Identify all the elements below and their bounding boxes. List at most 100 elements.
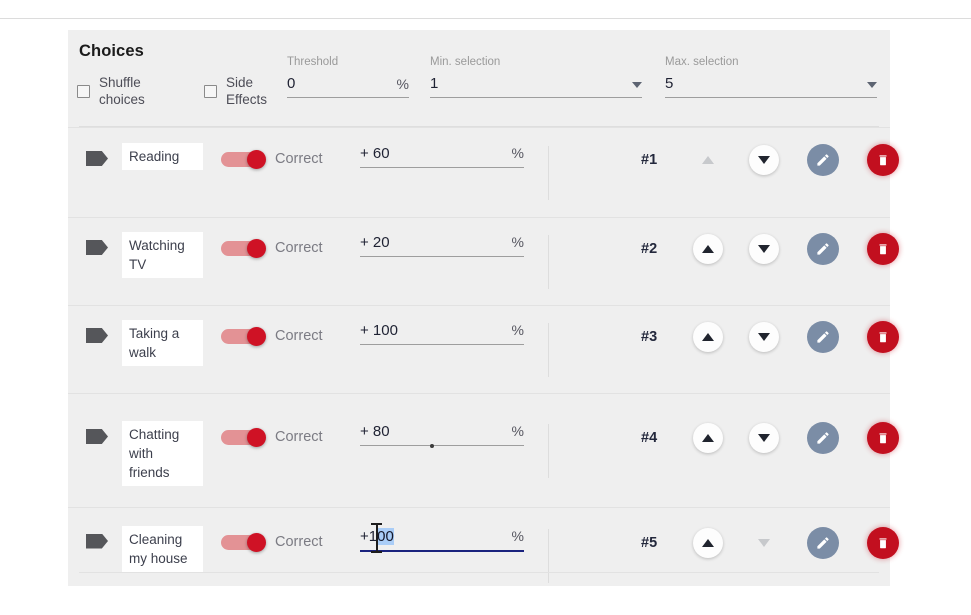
move-up-button <box>693 145 723 175</box>
choice-score-field[interactable]: +100% <box>360 522 524 553</box>
choice-correct-toggle[interactable] <box>221 327 266 346</box>
chevron-down-icon[interactable] <box>867 82 877 88</box>
choice-score-text[interactable]: + 60 <box>360 145 390 162</box>
threshold-percent-sign: % <box>396 76 409 92</box>
choice-name-input[interactable]: Chatting with friends <box>122 421 203 486</box>
edit-choice-button[interactable] <box>807 422 839 454</box>
toggle-thumb[interactable] <box>247 327 266 346</box>
choice-correct-toggle[interactable] <box>221 428 266 447</box>
choice-name-input[interactable]: Taking a walk <box>122 320 203 366</box>
chevron-down-icon <box>758 538 770 547</box>
side-effects-checkbox-box[interactable] <box>204 84 217 98</box>
choice-row: Taking a walk Correct + 100% #3 <box>68 305 899 393</box>
choice-score-field[interactable]: + 100% <box>360 322 524 345</box>
choice-row: Cleaning my house Correct +100% #5 <box>68 507 899 602</box>
choice-correct-toggle[interactable] <box>221 150 266 169</box>
slider-hover-dot <box>430 443 434 448</box>
move-up-button[interactable] <box>693 423 723 453</box>
edit-choice-button[interactable] <box>807 526 839 559</box>
edit-choice-button[interactable] <box>807 233 839 265</box>
threshold-input[interactable]: 0 <box>287 74 397 94</box>
tag-icon <box>86 533 108 549</box>
choice-score-value[interactable]: + 80 <box>360 423 512 440</box>
page-top-divider <box>0 18 971 19</box>
checkbox-shuffle-choices[interactable]: Shuffle choices <box>77 74 157 108</box>
min-selection-value[interactable]: 1 <box>430 74 632 94</box>
choice-score-field[interactable]: + 20% <box>360 234 524 257</box>
choice-score-value[interactable]: + 100 <box>360 322 512 339</box>
choice-score-text[interactable]: + 20 <box>360 234 390 251</box>
column-divider <box>548 424 549 478</box>
move-up-button[interactable] <box>693 527 723 558</box>
trash-icon <box>876 535 890 550</box>
edit-choice-button[interactable] <box>807 144 839 176</box>
toggle-thumb[interactable] <box>247 150 266 169</box>
choice-rank: #2 <box>641 241 658 257</box>
choice-name-input[interactable]: Cleaning my house <box>122 525 203 572</box>
screenshot-root: Choices Shuffle choices Side Effects Thr… <box>0 0 971 615</box>
choice-score-value[interactable]: + 60 <box>360 145 512 162</box>
move-down-button <box>749 528 779 558</box>
choice-rank: #5 <box>641 534 658 551</box>
chevron-down-icon <box>758 333 770 341</box>
max-selection-value[interactable]: 5 <box>665 74 867 94</box>
move-up-button[interactable] <box>693 234 723 264</box>
choice-name-input[interactable]: Watching TV <box>122 232 203 278</box>
move-down-button[interactable] <box>749 234 779 264</box>
chevron-down-icon <box>758 245 770 253</box>
page-title: Choices <box>79 42 144 60</box>
choice-score-text[interactable]: + 100 <box>360 322 398 339</box>
toggle-thumb[interactable] <box>247 428 266 447</box>
column-divider <box>548 146 549 200</box>
choice-name-input[interactable]: Reading <box>122 143 203 170</box>
choice-row: Chatting with friends Correct + 80% #4 <box>68 393 899 507</box>
choice-score-text[interactable]: + 80 <box>360 423 390 440</box>
choice-score-selection[interactable]: 00 <box>377 527 394 545</box>
move-down-button[interactable] <box>749 145 779 175</box>
choice-correct-label: Correct <box>275 429 323 445</box>
chevron-up-icon <box>702 245 714 253</box>
min-selection-field[interactable]: Min. selection 1 <box>430 55 642 98</box>
edit-choice-button[interactable] <box>807 321 839 353</box>
choice-rank: #1 <box>641 152 658 168</box>
max-selection-field[interactable]: Max. selection 5 <box>665 55 877 98</box>
trash-icon <box>876 153 890 168</box>
delete-choice-button[interactable] <box>867 233 899 265</box>
move-down-button[interactable] <box>749 423 779 453</box>
choice-correct-label: Correct <box>275 151 323 167</box>
delete-choice-button[interactable] <box>867 422 899 454</box>
choice-score-text[interactable]: +100 <box>360 527 394 545</box>
choice-correct-toggle[interactable] <box>221 532 266 552</box>
delete-choice-button[interactable] <box>867 526 899 559</box>
choice-correct-label: Correct <box>275 533 323 550</box>
choices-panel: Choices Shuffle choices Side Effects Thr… <box>68 30 899 586</box>
pencil-icon <box>816 535 831 550</box>
threshold-field[interactable]: Threshold 0 % <box>287 55 409 98</box>
tag-icon <box>86 151 108 166</box>
move-down-button[interactable] <box>749 322 779 352</box>
move-up-button[interactable] <box>693 322 723 352</box>
chevron-down-icon[interactable] <box>632 82 642 88</box>
trash-icon <box>876 330 890 345</box>
toggle-thumb[interactable] <box>247 532 266 552</box>
delete-choice-button[interactable] <box>867 144 899 176</box>
choice-score-field[interactable]: + 60% <box>360 145 524 168</box>
pencil-icon <box>816 431 831 446</box>
trash-icon <box>876 242 890 257</box>
choice-score-field[interactable]: + 80% <box>360 423 524 448</box>
choice-score-percent-sign: % <box>511 322 524 338</box>
choices-panel-header: Choices Shuffle choices Side Effects Thr… <box>68 30 890 127</box>
tag-icon <box>86 429 108 444</box>
toggle-thumb[interactable] <box>247 239 266 258</box>
shuffle-choices-checkbox-box[interactable] <box>77 84 90 98</box>
choice-score-percent-sign: % <box>511 145 524 161</box>
choice-correct-toggle[interactable] <box>221 239 266 258</box>
chevron-up-icon <box>702 333 714 341</box>
choice-correct-label: Correct <box>275 328 323 344</box>
column-divider <box>548 323 549 377</box>
delete-choice-button[interactable] <box>867 321 899 353</box>
choice-score-value[interactable]: +100 <box>360 522 512 553</box>
checkbox-side-effects[interactable]: Side Effects <box>204 74 284 108</box>
chevron-down-icon <box>758 434 770 442</box>
choice-score-value[interactable]: + 20 <box>360 234 512 251</box>
